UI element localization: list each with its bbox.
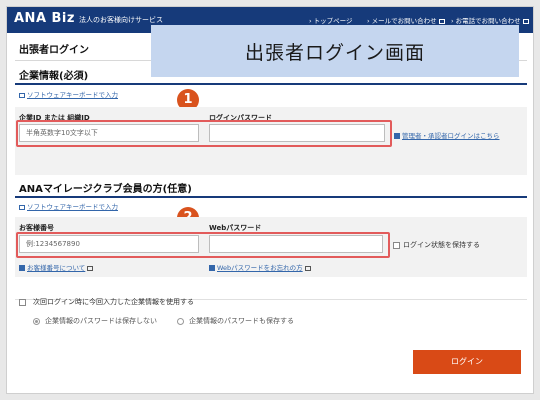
customer-number-help-link[interactable]: お客様番号について — [19, 262, 94, 272]
new-window-icon — [304, 265, 311, 271]
keep-login-label: ログイン状態を保持する — [403, 241, 480, 249]
nav-phone-contact[interactable]: › お電話でお問い合わせ — [451, 15, 529, 25]
caption-overlay: 出張者ログイン画面 — [151, 25, 519, 77]
page-frame: ANA Biz 法人のお客様向けサービス › トップページ › メールでお問い合わせ… — [6, 6, 534, 394]
nav-top-page[interactable]: › トップページ — [309, 15, 352, 25]
highlight-box-1 — [16, 120, 392, 147]
section-divider — [15, 196, 527, 198]
keep-login-checkbox[interactable] — [393, 242, 400, 249]
link-square-icon — [394, 133, 400, 139]
reuse-corporate-info-checkbox[interactable] — [19, 299, 26, 306]
highlight-box-2 — [16, 232, 390, 258]
keyboard-icon — [19, 92, 25, 98]
radio-save-password[interactable] — [177, 318, 184, 325]
software-keyboard-link-2[interactable]: ソフトウェアキーボードで入力 — [19, 201, 118, 211]
keyboard-icon — [19, 204, 25, 210]
radio-save-label: 企業情報のパスワードも保存する — [189, 317, 294, 325]
chevron-right-icon: › — [367, 17, 370, 25]
reuse-corporate-info-label: 次回ログイン時に今回入力した企業情報を使用する — [33, 298, 194, 306]
mileage-section-title: ANAマイレージクラブ会員の方(任意) — [19, 184, 192, 195]
radio-no-save-label: 企業情報のパスワードは保存しない — [45, 317, 157, 325]
nav-mail-contact[interactable]: › メールでお問い合わせ — [367, 15, 445, 25]
chevron-right-icon: › — [309, 17, 312, 25]
header-subtitle: 法人のお客様向けサービス — [79, 16, 163, 24]
caption-text: 出張者ログイン画面 — [244, 42, 425, 64]
link-square-icon — [19, 265, 25, 271]
chevron-right-icon: › — [451, 17, 454, 25]
login-button[interactable]: ログイン — [413, 350, 521, 374]
new-window-icon — [87, 265, 94, 271]
admin-login-link[interactable]: 管理者・承認者ログインはこちら — [394, 130, 500, 140]
link-square-icon — [209, 265, 215, 271]
software-keyboard-link-1[interactable]: ソフトウェアキーボードで入力 — [19, 89, 118, 99]
section-divider — [15, 83, 527, 85]
web-password-help-link[interactable]: Webパスワードをお忘れの方 — [209, 262, 311, 272]
page-title: 出張者ログイン — [19, 45, 89, 56]
radio-no-save-password[interactable] — [33, 318, 40, 325]
new-window-icon — [438, 18, 445, 24]
ana-biz-logo[interactable]: ANA Biz — [14, 11, 75, 26]
corporate-section-title: 企業情報(必須) — [19, 71, 89, 82]
new-window-icon — [522, 18, 529, 24]
